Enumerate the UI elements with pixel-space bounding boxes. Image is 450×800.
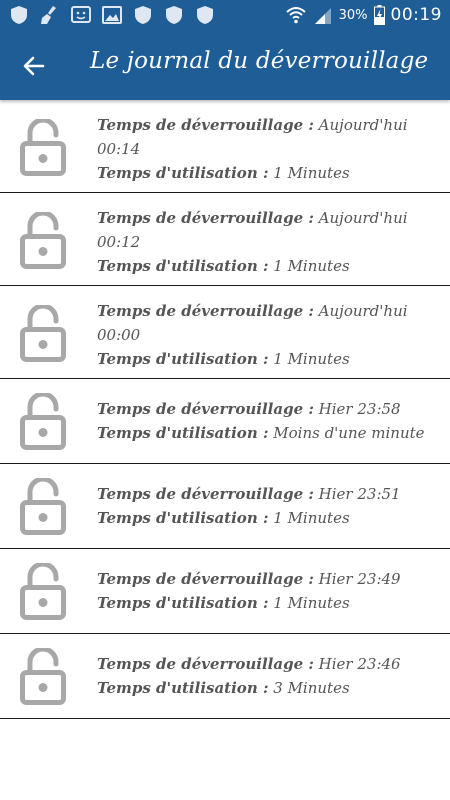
log-entry[interactable]: Temps de déverrouillage : Hier 23:58 Tem… [0, 379, 450, 464]
log-entry-text: Temps de déverrouillage : Aujourd'hui 00… [97, 299, 440, 371]
log-entry-text: Temps de déverrouillage : Aujourd'hui 00… [97, 113, 440, 185]
lock-open-icon [20, 119, 66, 176]
unlock-time-value: Hier 23:51 [318, 485, 401, 503]
log-entry-text: Temps de déverrouillage : Hier 23:46 Tem… [97, 652, 440, 700]
unlock-time-value-cont: 00:12 [97, 233, 141, 251]
status-bar: 30% 00:19 [0, 0, 450, 30]
shield-icon [11, 6, 27, 24]
usage-time-label: Temps d'utilisation : [97, 594, 269, 612]
system-status: 30% 00:19 [285, 3, 442, 27]
unlock-time-value: Hier 23:46 [318, 655, 401, 673]
log-entry[interactable]: Temps de déverrouillage : Aujourd'hui 00… [0, 100, 450, 193]
shield-icon [197, 6, 213, 24]
unlock-time-label: Temps de déverrouillage : [97, 209, 314, 227]
lock-open-icon [20, 478, 66, 535]
unlock-time-value: Aujourd'hui [318, 302, 408, 320]
lock-open-icon [20, 393, 66, 450]
unlock-time-value: Hier 23:58 [318, 400, 401, 418]
usage-time-label: Temps d'utilisation : [97, 509, 269, 527]
log-entry[interactable]: Temps de déverrouillage : Aujourd'hui 00… [0, 286, 450, 379]
usage-time-value: Moins d'une minute [273, 424, 425, 442]
face-icon [71, 6, 91, 23]
battery-charging-icon [373, 5, 385, 25]
usage-time-label: Temps d'utilisation : [97, 679, 269, 697]
unlock-time-label: Temps de déverrouillage : [97, 655, 314, 673]
lock-open-icon [20, 305, 66, 362]
usage-time-value: 1 Minutes [273, 594, 350, 612]
lock-open-icon [20, 648, 66, 705]
app-bar: Le journal du déverrouillage [0, 30, 450, 100]
usage-time-value: 1 Minutes [273, 509, 350, 527]
log-entry[interactable]: Temps de déverrouillage : Aujourd'hui 00… [0, 193, 450, 286]
usage-time-label: Temps d'utilisation : [97, 257, 269, 275]
unlock-log-list: Temps de déverrouillage : Aujourd'hui 00… [0, 100, 450, 719]
unlock-time-value-cont: 00:14 [97, 140, 141, 158]
signal-icon [314, 8, 331, 24]
unlock-time-label: Temps de déverrouillage : [97, 302, 314, 320]
unlock-time-value-cont: 00:00 [97, 326, 141, 344]
page-title: Le journal du déverrouillage [90, 48, 429, 74]
log-entry[interactable]: Temps de déverrouillage : Hier 23:46 Tem… [0, 634, 450, 719]
usage-time-label: Temps d'utilisation : [97, 164, 269, 182]
arrow-left-icon [23, 56, 45, 76]
lock-open-icon [20, 563, 66, 620]
log-entry[interactable]: Temps de déverrouillage : Hier 23:49 Tem… [0, 549, 450, 634]
usage-time-value: 1 Minutes [273, 164, 350, 182]
lock-open-icon [20, 212, 66, 269]
log-entry[interactable]: Temps de déverrouillage : Hier 23:51 Tem… [0, 464, 450, 549]
unlock-time-label: Temps de déverrouillage : [97, 116, 314, 134]
battery-percent: 30% [338, 7, 368, 23]
notification-icons [8, 4, 216, 26]
unlock-time-value: Hier 23:49 [318, 570, 401, 588]
unlock-time-label: Temps de déverrouillage : [97, 485, 314, 503]
usage-time-label: Temps d'utilisation : [97, 350, 269, 368]
unlock-time-value: Aujourd'hui [318, 209, 408, 227]
image-icon [102, 6, 122, 24]
unlock-time-label: Temps de déverrouillage : [97, 570, 314, 588]
usage-time-value: 1 Minutes [273, 350, 350, 368]
log-entry-text: Temps de déverrouillage : Aujourd'hui 00… [97, 206, 440, 278]
usage-time-label: Temps d'utilisation : [97, 424, 269, 442]
shield-icon [135, 6, 151, 24]
usage-time-value: 3 Minutes [273, 679, 350, 697]
log-entry-text: Temps de déverrouillage : Hier 23:58 Tem… [97, 397, 440, 445]
unlock-time-value: Aujourd'hui [318, 116, 408, 134]
back-button[interactable] [16, 48, 52, 84]
clock: 00:19 [390, 5, 442, 25]
usage-time-value: 1 Minutes [273, 257, 350, 275]
shield-icon [166, 6, 182, 24]
log-entry-text: Temps de déverrouillage : Hier 23:49 Tem… [97, 567, 440, 615]
wifi-icon [285, 7, 306, 24]
log-entry-text: Temps de déverrouillage : Hier 23:51 Tem… [97, 482, 440, 530]
unlock-time-label: Temps de déverrouillage : [97, 400, 314, 418]
broom-icon [41, 6, 56, 24]
